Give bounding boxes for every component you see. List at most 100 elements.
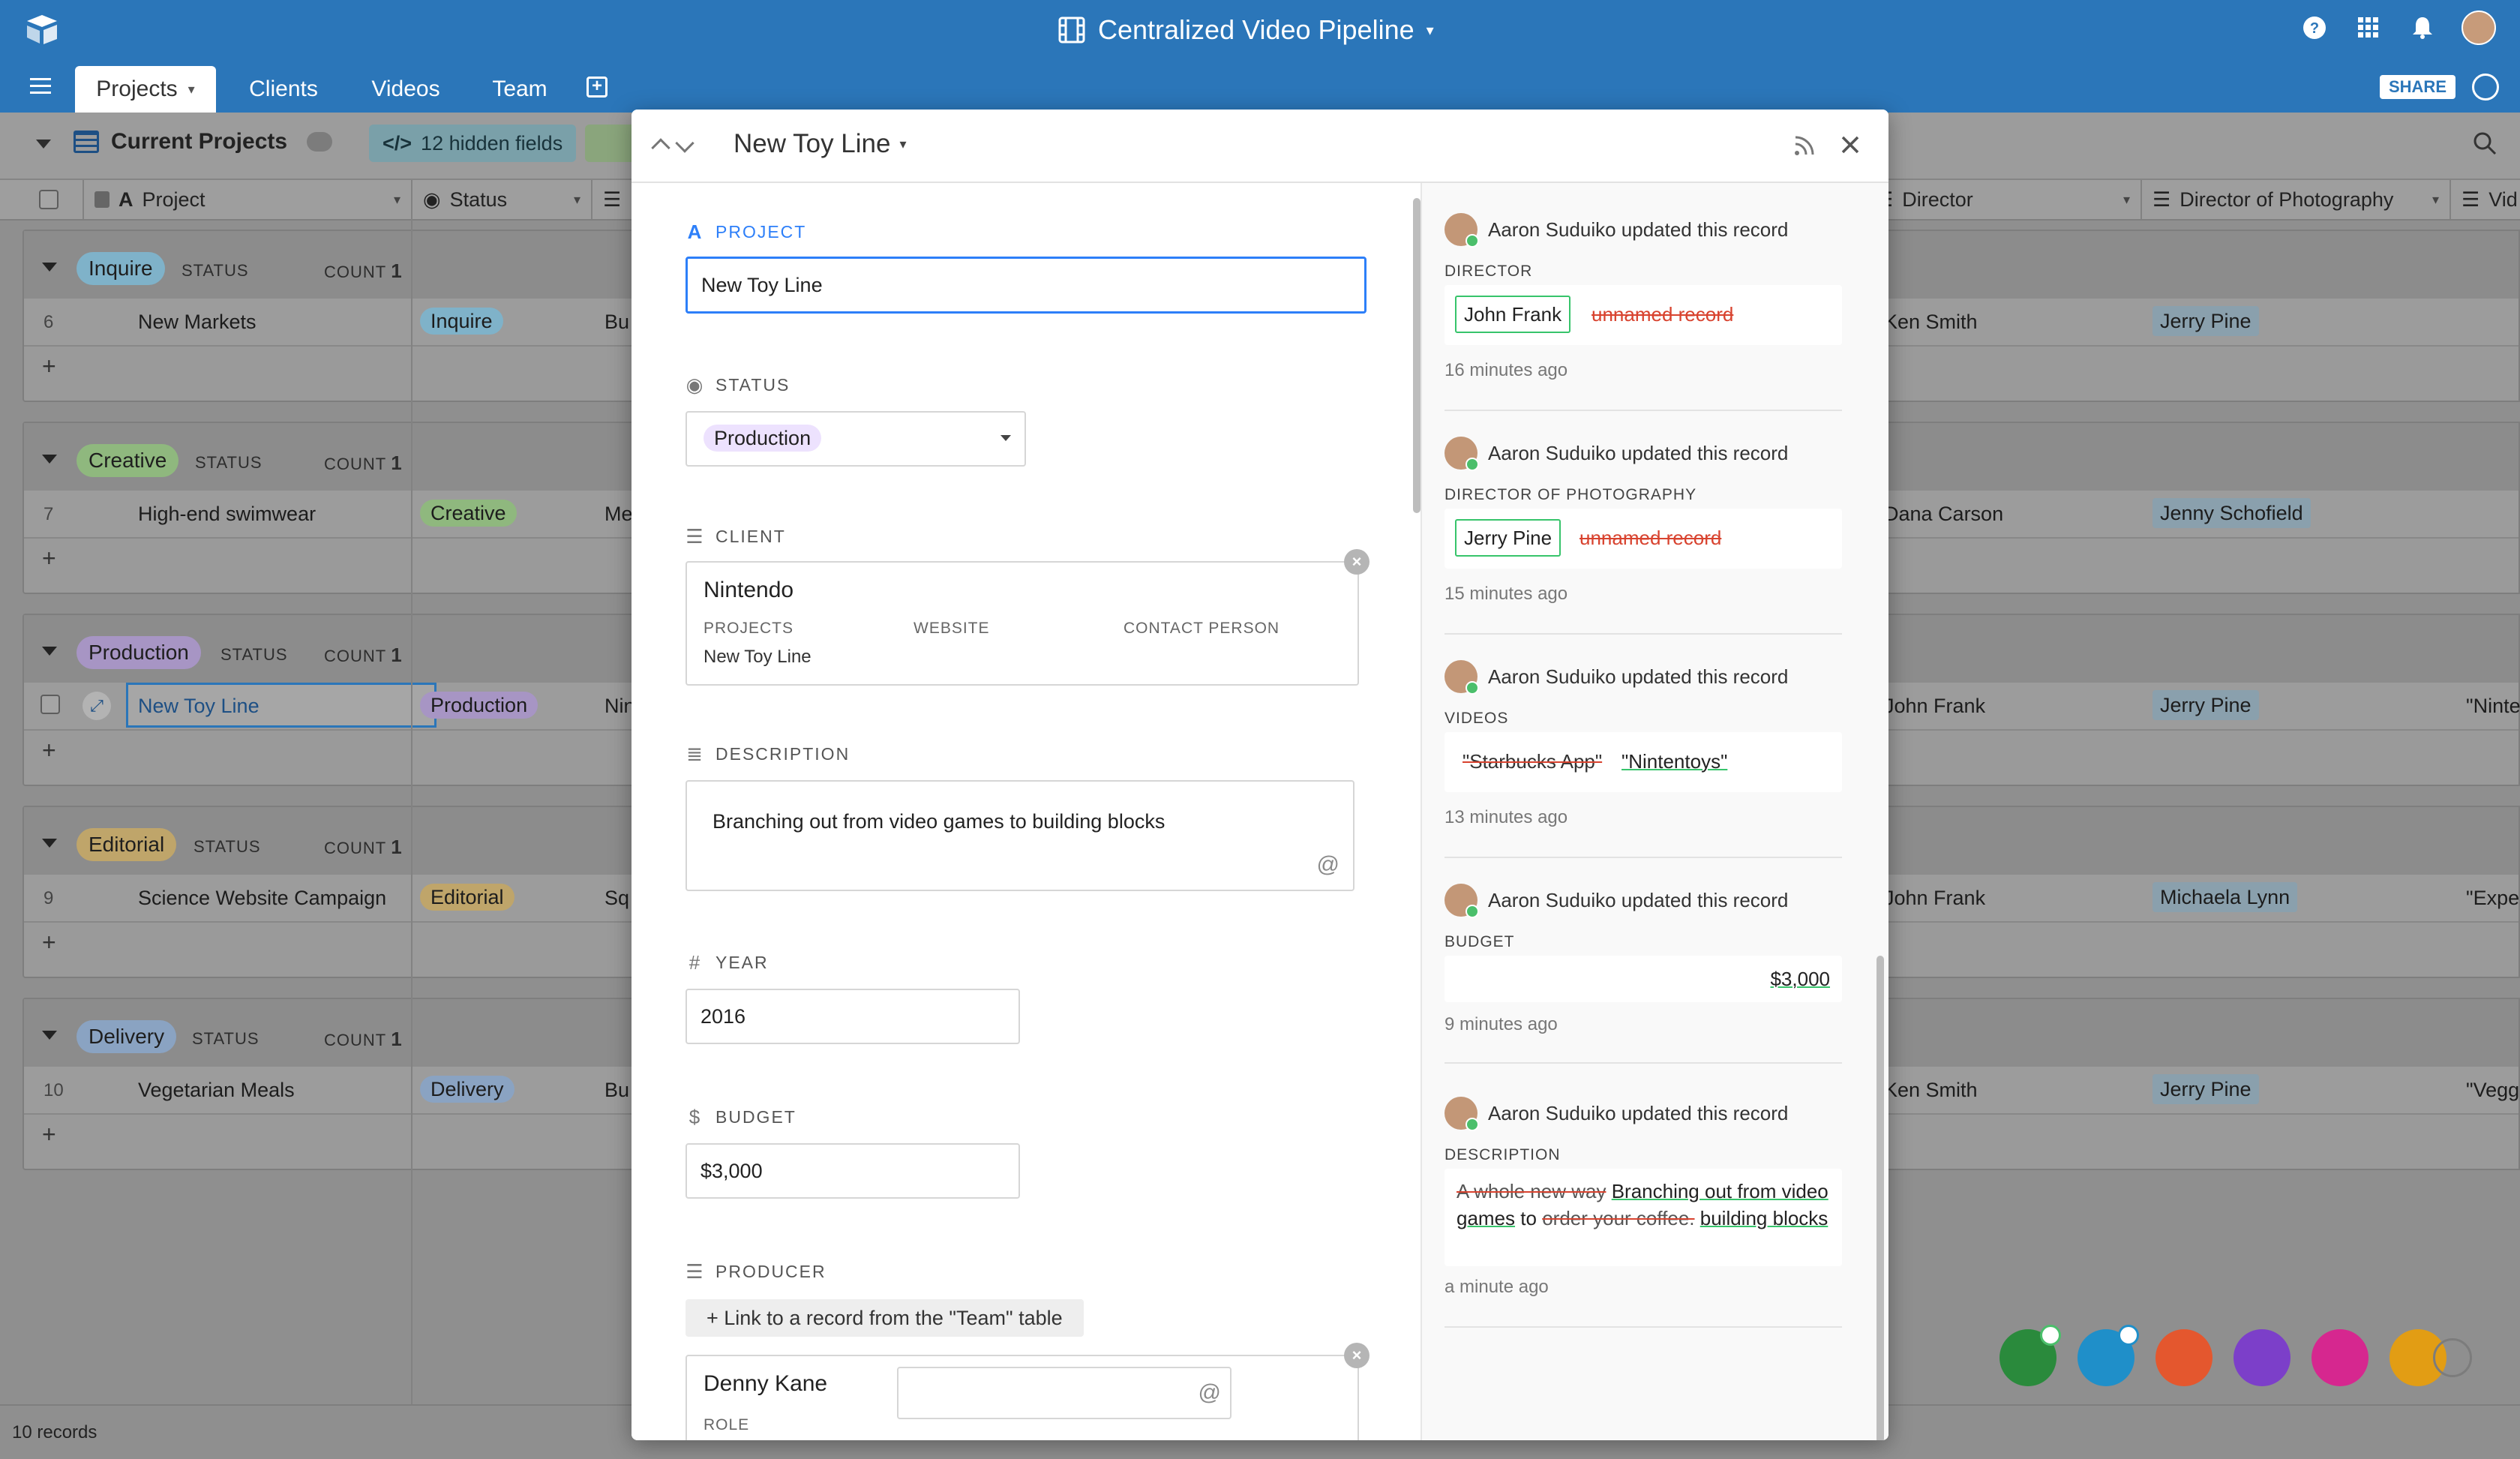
project-cell[interactable]: Vegetarian Meals — [138, 1079, 295, 1102]
view-switcher[interactable]: Current Projects — [74, 129, 333, 155]
column-videos[interactable]: ☰ Vid — [2451, 180, 2520, 219]
tab-label: Clients — [249, 77, 318, 101]
search-icon[interactable] — [2472, 131, 2498, 156]
expand-record-icon[interactable]: ⤢ — [82, 692, 111, 720]
add-record-button[interactable]: + — [42, 929, 56, 956]
project-cell[interactable]: New Markets — [138, 311, 256, 334]
project-cell[interactable]: Science Website Campaign — [138, 887, 386, 910]
tab-team[interactable]: Team — [470, 66, 570, 113]
rss-feed-icon[interactable] — [1791, 132, 1818, 159]
status-cell[interactable]: Delivery — [420, 1076, 514, 1103]
collapse-group-icon[interactable] — [42, 1031, 57, 1040]
chevron-down-icon[interactable]: ▾ — [2123, 192, 2130, 208]
tab-videos[interactable]: Videos — [351, 66, 460, 113]
status-cell[interactable]: Inquire — [420, 308, 503, 335]
collapse-group-icon[interactable] — [42, 647, 57, 656]
videos-cell[interactable]: "Vegg — [2466, 1079, 2519, 1102]
videos-cell[interactable]: "Ninte — [2466, 695, 2520, 718]
comment-input[interactable]: @ — [897, 1367, 1232, 1419]
collapse-dock-icon[interactable] — [2433, 1338, 2472, 1377]
app-icon-orange[interactable] — [2156, 1329, 2212, 1386]
add-record-button[interactable]: + — [42, 737, 56, 764]
add-record-button[interactable]: + — [42, 1121, 56, 1148]
dop-cell[interactable]: Jerry Pine — [2152, 1074, 2259, 1104]
single-select-icon: ◉ — [423, 188, 441, 211]
chevron-up-icon[interactable] — [651, 138, 670, 158]
collapse-sidebar-icon[interactable] — [36, 140, 51, 149]
mention-icon[interactable]: @ — [1317, 852, 1340, 878]
videos-cell[interactable]: "Expe — [2466, 887, 2519, 910]
chevron-down-icon[interactable]: ▾ — [2432, 192, 2439, 208]
status-cell[interactable]: Creative — [420, 500, 517, 527]
share-button[interactable]: SHARE — [2379, 75, 2456, 99]
column-project[interactable]: A Project ▾ — [84, 180, 412, 219]
year-input[interactable]: 2016 — [686, 989, 1020, 1044]
project-cell[interactable]: New Toy Line — [138, 695, 260, 718]
remove-link-icon[interactable]: × — [1344, 1343, 1370, 1368]
app-icon-green[interactable] — [2000, 1325, 2061, 1386]
chevron-down-icon[interactable]: ▾ — [574, 192, 580, 208]
status-cell[interactable]: Production — [420, 692, 538, 719]
mention-icon[interactable]: @ — [1198, 1380, 1221, 1406]
client-cell[interactable]: Bu — [604, 1079, 629, 1102]
remove-link-icon[interactable]: × — [1344, 549, 1370, 575]
user-avatar[interactable] — [2462, 11, 2496, 45]
client-cell[interactable]: Bu — [604, 311, 629, 334]
row-checkbox[interactable] — [40, 695, 60, 714]
column-director[interactable]: ☰ Director ▾ — [1875, 180, 2142, 219]
select-all-checkbox[interactable] — [39, 190, 58, 209]
client-cell[interactable]: Nin — [604, 695, 635, 718]
chevron-down-icon[interactable]: ▾ — [394, 192, 400, 208]
client-cell[interactable]: Me — [604, 503, 633, 526]
group-status-pill: Inquire — [76, 252, 165, 285]
close-icon[interactable] — [1838, 132, 1863, 158]
add-table-icon[interactable]: + — [586, 77, 608, 98]
dop-cell[interactable]: Jenny Schofield — [2152, 498, 2311, 528]
dop-cell[interactable]: Michaela Lynn — [2152, 882, 2298, 912]
tab-projects[interactable]: Projects ▾ — [75, 66, 216, 113]
director-cell[interactable]: Ken Smith — [1884, 311, 1978, 334]
client-linked-card[interactable]: Nintendo PROJECTS WEBSITE CONTACT PERSON… — [686, 561, 1359, 686]
director-cell[interactable]: John Frank — [1884, 887, 1985, 910]
app-icon-chat[interactable] — [2312, 1329, 2368, 1386]
project-cell[interactable]: High-end swimwear — [138, 503, 316, 526]
hamburger-menu-icon[interactable] — [30, 77, 51, 96]
status-select[interactable]: Production — [686, 411, 1026, 467]
column-director-of-photography[interactable]: ☰ Director of Photography ▾ — [2142, 180, 2451, 219]
history-icon[interactable] — [2472, 74, 2499, 101]
status-cell[interactable]: Editorial — [420, 884, 514, 911]
link-record-button[interactable]: + Link to a record from the "Team" table — [686, 1299, 1084, 1337]
hidden-fields-button[interactable]: </> 12 hidden fields — [369, 125, 577, 162]
app-icon-list[interactable] — [2234, 1329, 2290, 1386]
film-icon — [1058, 17, 1085, 44]
dop-cell[interactable]: Jerry Pine — [2152, 306, 2259, 336]
app-icon-blocks[interactable] — [2078, 1325, 2139, 1386]
record-title[interactable]: New Toy Line ▾ — [734, 129, 907, 159]
collapse-group-icon[interactable] — [42, 263, 57, 272]
collapse-group-icon[interactable] — [42, 455, 57, 464]
fields-scrollbar[interactable] — [1413, 198, 1420, 513]
add-record-button[interactable]: + — [42, 545, 56, 572]
chevron-down-icon[interactable] — [675, 134, 694, 153]
budget-input[interactable]: $3,000 — [686, 1143, 1020, 1199]
dop-cell[interactable]: Jerry Pine — [2152, 690, 2259, 720]
description-textarea[interactable]: Branching out from video games to buildi… — [686, 780, 1354, 891]
apps-grid-icon[interactable] — [2354, 13, 2384, 43]
bell-icon[interactable] — [2408, 13, 2438, 43]
tab-clients[interactable]: Clients — [225, 66, 342, 113]
director-cell[interactable]: Dana Carson — [1884, 503, 2003, 526]
add-record-button[interactable]: + — [42, 353, 56, 380]
activity-scrollbar[interactable] — [1876, 956, 1884, 1440]
airtable-logo-icon[interactable] — [24, 12, 60, 48]
check-badge-icon — [2118, 1325, 2139, 1346]
director-cell[interactable]: Ken Smith — [1884, 1079, 1978, 1102]
help-icon[interactable]: ? — [2300, 13, 2330, 43]
column-status[interactable]: ◉ Status ▾ — [412, 180, 592, 219]
base-title[interactable]: Centralized Video Pipeline ▾ — [1058, 11, 1434, 50]
column-client[interactable]: ☰ — [592, 180, 638, 219]
collapse-group-icon[interactable] — [42, 839, 57, 848]
project-input[interactable]: New Toy Line — [686, 257, 1366, 314]
client-cell[interactable]: Sq — [604, 887, 629, 910]
field-label-budget: $ BUDGET — [686, 1106, 796, 1128]
director-cell[interactable]: John Frank — [1884, 695, 1985, 718]
